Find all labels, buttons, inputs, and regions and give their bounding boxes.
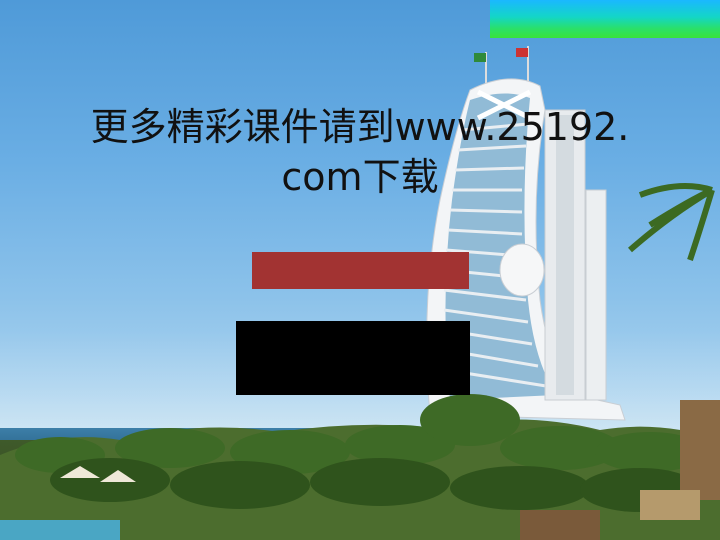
black-placeholder-box (236, 321, 470, 395)
title-line-2: com下载 (281, 155, 439, 199)
accent-gradient-bar (490, 0, 720, 38)
flag-left-icon (474, 53, 486, 62)
slide: 更多精彩课件请到www.25192. com下载 (0, 0, 720, 540)
red-placeholder-box (252, 252, 469, 289)
title-line-1: 更多精彩课件请到www.25192. (90, 105, 630, 149)
slide-title: 更多精彩课件请到www.25192. com下载 (40, 102, 680, 202)
flag-right-icon (516, 48, 528, 57)
